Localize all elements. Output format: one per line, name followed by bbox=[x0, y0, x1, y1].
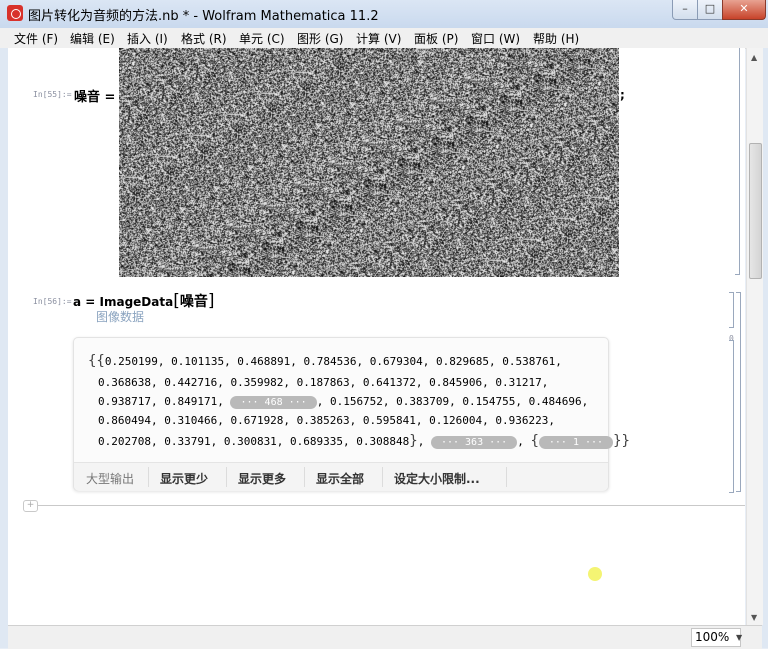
footer-divider bbox=[148, 467, 149, 487]
menu-edit[interactable]: 编辑 (E) bbox=[70, 30, 115, 47]
menu-window[interactable]: 窗口 (W) bbox=[471, 30, 520, 47]
window-title: 图片转化为音频的方法.nb * - Wolfram Mathematica 11… bbox=[28, 9, 379, 24]
show-all-button[interactable]: 显示全部 bbox=[316, 470, 364, 487]
elided-363-button[interactable]: ··· 363 ··· bbox=[430, 435, 518, 449]
menu-file[interactable]: 文件 (F) bbox=[14, 30, 58, 47]
input-noise-assign[interactable]: 噪音 = bbox=[74, 86, 115, 105]
output-line5-values: 0.202708, 0.33791, 0.300831, 0.689335, 0… bbox=[98, 435, 410, 448]
maximize-button[interactable]: □ bbox=[697, 0, 723, 20]
imagedata-call: a = ImageData bbox=[73, 295, 174, 309]
footer-divider bbox=[382, 467, 383, 487]
chevron-down-icon[interactable]: ▼ bbox=[736, 633, 742, 642]
output-line1-values: 0.250199, 0.101135, 0.468891, 0.784536, … bbox=[104, 355, 562, 368]
imagedata-argument: 噪音 bbox=[179, 294, 208, 310]
scroll-up-icon[interactable]: ▲ bbox=[751, 53, 757, 62]
large-output-label: 大型输出 bbox=[86, 472, 135, 486]
output-line-2: 0.368638, 0.442716, 0.359982, 0.187863, … bbox=[98, 376, 549, 389]
footer-divider bbox=[304, 467, 305, 487]
output-line3-rest: , 0.156752, 0.383709, 0.154755, 0.484696… bbox=[316, 395, 589, 408]
output-open-braces: {{ bbox=[88, 353, 105, 369]
brace-close-2: }} bbox=[613, 433, 630, 449]
menu-bar: 文件 (F) 编辑 (E) 插入 (I) 格式 (R) 单元 (C) 图形 (G… bbox=[0, 28, 768, 49]
output-line-4: 0.860494, 0.310466, 0.671928, 0.385263, … bbox=[98, 414, 555, 427]
close-button[interactable]: ✕ bbox=[722, 0, 766, 20]
comma-1: , bbox=[417, 435, 425, 448]
menu-format[interactable]: 格式 (R) bbox=[181, 30, 227, 47]
menu-evaluation[interactable]: 计算 (V) bbox=[356, 30, 401, 47]
show-less-button[interactable]: 显示更少 bbox=[160, 470, 208, 487]
large-output-box: {{0.250199, 0.101135, 0.468891, 0.784536… bbox=[73, 337, 630, 491]
bracket-close: ] bbox=[207, 291, 215, 311]
menu-palettes[interactable]: 面板 (P) bbox=[414, 30, 458, 47]
menu-cell[interactable]: 单元 (C) bbox=[239, 30, 285, 47]
minimize-button[interactable]: – bbox=[672, 0, 698, 20]
imagedata-hint: 图像数据 bbox=[96, 310, 145, 324]
bracket-open: [ bbox=[173, 291, 180, 311]
noise-image[interactable] bbox=[119, 48, 619, 277]
mouse-cursor-highlight bbox=[588, 567, 602, 581]
cell-bracket-in55[interactable] bbox=[735, 48, 740, 275]
zoom-dropdown[interactable]: 100% bbox=[691, 628, 741, 647]
output-line-3: 0.938717, 0.849171, ··· 468 ···, 0.15675… bbox=[98, 395, 588, 409]
group-bracket[interactable] bbox=[736, 292, 741, 492]
cell-label-in56: In[56]:= bbox=[33, 297, 72, 306]
footer-divider bbox=[506, 467, 507, 487]
mathematica-icon[interactable] bbox=[7, 5, 23, 21]
output-line3-values: 0.938717, 0.849171, bbox=[98, 395, 224, 408]
input-semicolon: ; bbox=[620, 88, 625, 102]
notebook-area[interactable]: In[55]:= 噪音 = ; In[56]:= a = ImageData[噪… bbox=[8, 48, 745, 625]
window-frame-left bbox=[0, 48, 8, 648]
cell-bracket-out56[interactable] bbox=[729, 340, 734, 493]
set-size-limit-button[interactable]: 设定大小限制... bbox=[394, 470, 480, 487]
show-more-button[interactable]: 显示更多 bbox=[238, 470, 286, 487]
scroll-down-icon[interactable]: ▼ bbox=[751, 613, 757, 622]
cell-bracket-in56[interactable] bbox=[729, 292, 734, 328]
footer-divider bbox=[226, 467, 227, 487]
large-output-footer: 大型输出 显示更少 显示更多 显示全部 设定大小限制... bbox=[74, 462, 608, 491]
elided-468-button[interactable]: ··· 468 ··· bbox=[230, 395, 317, 409]
scrollbar-thumb[interactable] bbox=[749, 143, 762, 279]
title-bar: 图片转化为音频的方法.nb * - Wolfram Mathematica 11… bbox=[0, 0, 768, 29]
cell-label-in55: In[55]:= bbox=[33, 90, 72, 99]
brace-close-1: } bbox=[409, 433, 418, 449]
output-line-1: {{0.250199, 0.101135, 0.468891, 0.784536… bbox=[88, 353, 562, 369]
vertical-scrollbar[interactable]: ▲ ▼ bbox=[746, 48, 763, 625]
elided-1-button[interactable]: ··· 1 ··· bbox=[538, 435, 614, 449]
output-line-5: 0.202708, 0.33791, 0.300831, 0.689335, 0… bbox=[98, 433, 630, 449]
add-cell-plus-icon[interactable]: + bbox=[23, 500, 38, 512]
menu-insert[interactable]: 插入 (I) bbox=[127, 30, 168, 47]
brace-open-2: { bbox=[530, 433, 539, 449]
cell-insertion-line[interactable] bbox=[26, 505, 745, 506]
status-bar: 100% ▼ bbox=[8, 625, 762, 649]
comma-2: , bbox=[517, 435, 524, 448]
menu-graphics[interactable]: 图形 (G) bbox=[297, 30, 343, 47]
menu-help[interactable]: 帮助 (H) bbox=[533, 30, 579, 47]
